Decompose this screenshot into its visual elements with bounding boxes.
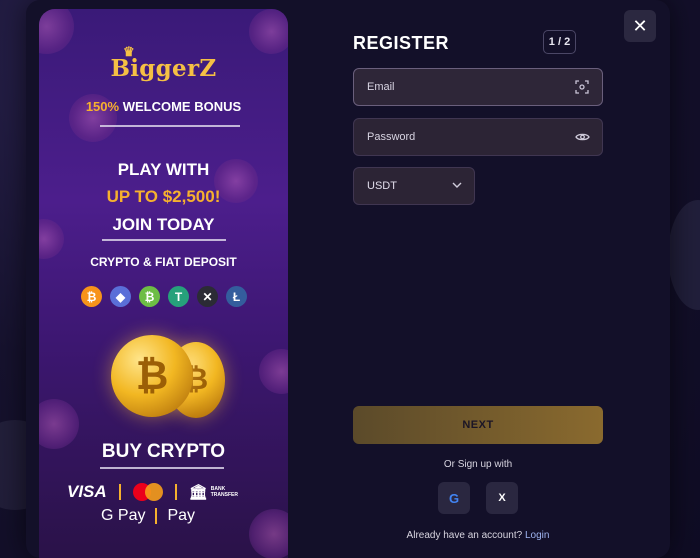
payment-methods-row-2: G Pay Pay <box>101 507 195 525</box>
google-signup-button[interactable]: G <box>438 482 470 514</box>
register-title: REGISTER <box>353 33 450 53</box>
currency-select[interactable]: USDT <box>353 167 475 205</box>
welcome-bonus: 150% WELCOME BONUS <box>39 99 288 114</box>
eye-icon[interactable] <box>574 129 590 145</box>
separator <box>155 508 158 524</box>
bank-transfer-label: BANK TRANSFER <box>210 486 238 498</box>
promo-panel: ♛ BiggerZ 150% WELCOME BONUS PLAY WITH U… <box>39 9 288 558</box>
headline-line-3: JOIN TODAY <box>112 215 215 234</box>
password-field[interactable]: Password <box>353 118 603 156</box>
bank-transfer-logo: 🏛 BANK TRANSFER <box>189 483 241 501</box>
email-placeholder: Email <box>367 81 395 93</box>
separator <box>118 484 121 500</box>
background-coin <box>668 200 700 310</box>
payment-methods-row-1: VISA 🏛 BANK TRANSFER <box>67 482 241 502</box>
crypto-icons: ₿ ◆ ₿ T ✕ Ł <box>81 286 247 307</box>
google-icon: G <box>448 490 460 506</box>
email-field[interactable]: Email <box>353 68 603 106</box>
tether-icon: T <box>168 286 189 307</box>
apple-pay-logo: Pay <box>167 507 196 524</box>
decor-dot <box>39 9 74 54</box>
crown-icon: ♛ <box>123 45 135 60</box>
brand-logo[interactable]: ♛ BiggerZ <box>39 45 288 82</box>
litecoin-icon: Ł <box>226 286 247 307</box>
login-prompt: Already have an account? Login <box>353 530 603 541</box>
already-account-text: Already have an account? <box>406 530 523 541</box>
separator <box>174 484 177 500</box>
step-indicator: 1 / 2 <box>543 30 576 54</box>
chevron-down-icon <box>452 179 462 191</box>
xrp-icon: ✕ <box>197 286 218 307</box>
bonus-label: WELCOME BONUS <box>122 99 242 114</box>
mastercard-icon <box>132 483 163 501</box>
currency-value: USDT <box>367 180 397 192</box>
scan-icon[interactable] <box>574 79 590 95</box>
divider <box>100 125 240 127</box>
x-icon: X <box>498 492 506 504</box>
login-link[interactable]: Login <box>525 530 549 541</box>
next-button[interactable]: NEXT <box>353 406 603 444</box>
decor-dot <box>249 9 288 54</box>
ethereum-icon: ◆ <box>110 286 131 307</box>
close-button[interactable]: ✕ <box>624 10 656 42</box>
google-pay-logo: G Pay <box>101 507 146 524</box>
gold-coin-icon: ₿ <box>111 335 193 417</box>
password-placeholder: Password <box>367 131 416 143</box>
buy-crypto-title: BUY CRYPTO <box>101 441 226 462</box>
bitcoin-cash-icon: ₿ <box>139 286 160 307</box>
or-sign-up-label: Or Sign up with <box>443 459 513 470</box>
decor-dot <box>259 349 288 394</box>
divider <box>102 239 226 241</box>
headline-line-1: PLAY WITH <box>117 160 210 179</box>
bonus-percent: 150% <box>85 99 120 114</box>
bitcoin-icon: ₿ <box>81 286 102 307</box>
decor-dot <box>249 509 288 558</box>
divider <box>100 467 224 469</box>
deposit-label: CRYPTO & FIAT DEPOSIT <box>90 255 237 269</box>
close-icon: ✕ <box>632 15 648 36</box>
headline-line-2: UP TO $2,500! <box>106 187 221 206</box>
bank-icon: 🏛 <box>188 484 208 501</box>
x-signup-button[interactable]: X <box>486 482 518 514</box>
visa-logo: VISA <box>67 482 107 501</box>
